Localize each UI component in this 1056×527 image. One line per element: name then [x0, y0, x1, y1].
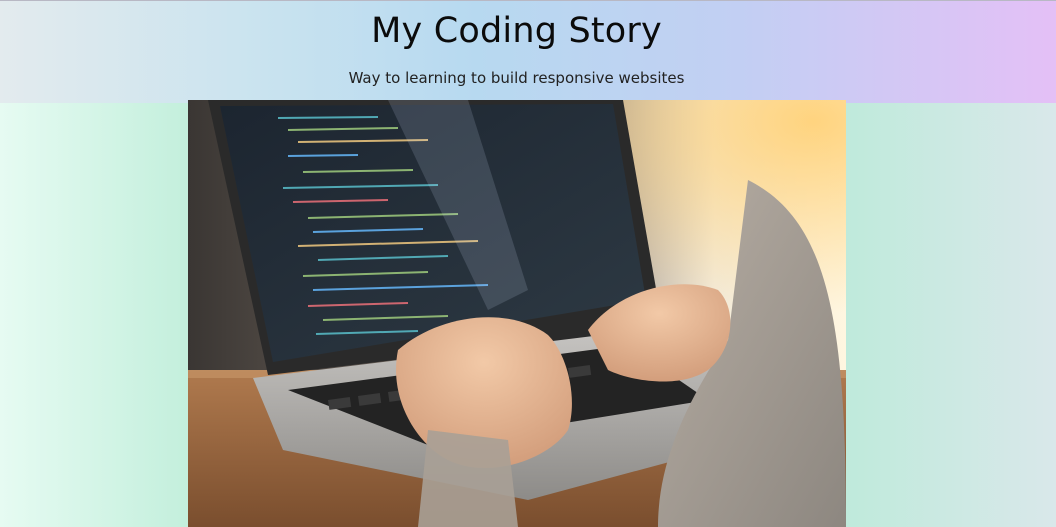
page-title: My Coding Story	[371, 11, 662, 51]
hero-image	[188, 100, 846, 527]
page-subtitle: Way to learning to build responsive webs…	[348, 69, 685, 87]
page-header: My Coding Story Way to learning to build…	[0, 0, 1056, 103]
